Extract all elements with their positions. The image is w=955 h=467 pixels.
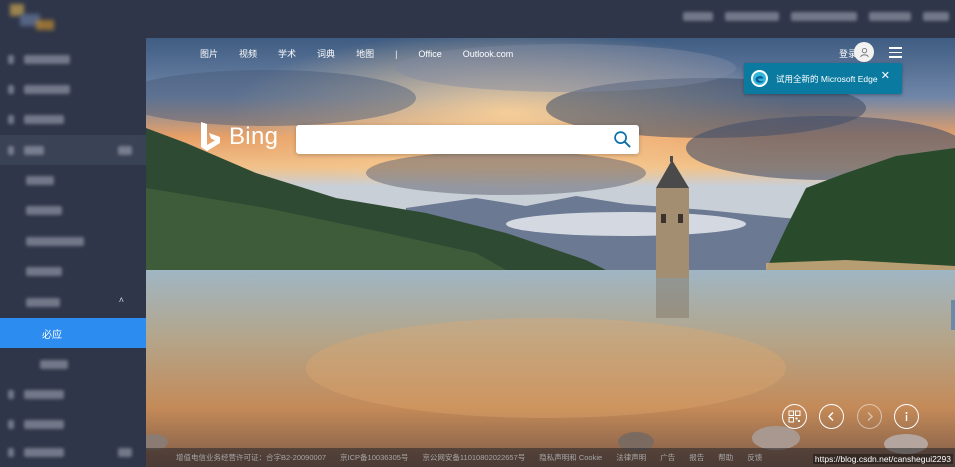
next-image-button[interactable] bbox=[857, 404, 882, 429]
close-icon[interactable]: ✕ bbox=[881, 71, 890, 82]
user-avatar[interactable] bbox=[854, 42, 874, 62]
user-icon bbox=[859, 47, 869, 57]
hamburger-menu-icon[interactable] bbox=[889, 47, 902, 58]
app-logo bbox=[10, 4, 56, 32]
edge-promo-banner[interactable]: 试用全新的 Microsoft Edge ✕ bbox=[744, 63, 902, 94]
footer-help[interactable]: 帮助 bbox=[718, 452, 733, 463]
nav-separator: | bbox=[395, 48, 398, 59]
chevron-right-icon bbox=[867, 412, 873, 421]
side-tab-handle[interactable] bbox=[951, 300, 955, 330]
sidebar-item[interactable] bbox=[0, 379, 146, 409]
sidebar-item[interactable] bbox=[0, 104, 146, 134]
qr-code-icon bbox=[788, 410, 801, 423]
footer-icp[interactable]: 京ICP备10036305号 bbox=[340, 452, 408, 463]
csdn-watermark: https://blog.csdn.net/canshegui2293 bbox=[812, 454, 953, 464]
nav-academic[interactable]: 学术 bbox=[278, 47, 296, 60]
nav-outlook[interactable]: Outlook.com bbox=[463, 49, 514, 59]
nav-dictionary[interactable]: 词典 bbox=[317, 47, 335, 60]
nav-maps[interactable]: 地图 bbox=[356, 47, 374, 60]
sidebar-subitem[interactable] bbox=[0, 256, 146, 286]
bing-b-logo-icon bbox=[201, 122, 220, 151]
top-right-blurred-items bbox=[683, 12, 949, 21]
footer-legal[interactable]: 法律声明 bbox=[616, 452, 646, 463]
nav-images[interactable]: 图片 bbox=[200, 47, 218, 60]
sidebar-item-label: 必应 bbox=[42, 330, 62, 341]
top-bar bbox=[0, 0, 955, 38]
chevron-up-icon: ˄ bbox=[118, 295, 124, 305]
previous-image-button[interactable] bbox=[819, 404, 844, 429]
sidebar-item[interactable] bbox=[0, 409, 146, 439]
bing-top-nav: 图片 视频 学术 词典 地图 | Office Outlook.com bbox=[200, 47, 534, 60]
search-box bbox=[296, 125, 639, 154]
sidebar-group-expanded[interactable]: ˄ bbox=[0, 287, 146, 317]
image-info-button[interactable] bbox=[894, 404, 919, 429]
search-icon[interactable] bbox=[613, 130, 632, 149]
sidebar-item-bing[interactable]: 必应 bbox=[0, 318, 146, 348]
edge-logo-icon bbox=[751, 70, 768, 87]
footer-ads[interactable]: 广告 bbox=[660, 452, 675, 463]
bing-logo[interactable]: Bing bbox=[200, 121, 278, 153]
bing-homepage: 图片 视频 学术 词典 地图 | Office Outlook.com 登录 试… bbox=[146, 38, 955, 467]
qr-code-button[interactable] bbox=[782, 404, 807, 429]
sidebar-subitem[interactable] bbox=[0, 195, 146, 225]
footer-report[interactable]: 报告 bbox=[689, 452, 704, 463]
footer-privacy[interactable]: 隐私声明和 Cookie bbox=[539, 452, 602, 463]
footer-feedback[interactable]: 反馈 bbox=[747, 452, 762, 463]
sidebar-item-active[interactable] bbox=[0, 135, 146, 165]
edge-banner-text: 试用全新的 Microsoft Edge bbox=[776, 73, 878, 84]
nav-videos[interactable]: 视频 bbox=[239, 47, 257, 60]
nav-office[interactable]: Office bbox=[418, 49, 441, 59]
info-icon bbox=[905, 412, 908, 421]
sidebar-subitem[interactable] bbox=[0, 165, 146, 195]
sidebar-item[interactable] bbox=[0, 437, 146, 467]
sidebar-subitem[interactable] bbox=[0, 226, 146, 256]
bing-wordmark: Bing bbox=[229, 123, 279, 150]
chevron-left-icon bbox=[828, 412, 834, 421]
footer-public-security[interactable]: 京公网安备11010802022657号 bbox=[422, 452, 525, 463]
footer-license[interactable]: 增值电信业务经营许可证：合字B2-20090007 bbox=[176, 452, 326, 463]
search-input[interactable] bbox=[304, 130, 604, 149]
sidebar-item[interactable] bbox=[0, 44, 146, 74]
background-landscape-image bbox=[146, 38, 955, 467]
sidebar: ˄ 必应 bbox=[0, 38, 146, 467]
sidebar-subitem[interactable] bbox=[0, 349, 146, 379]
sidebar-item[interactable] bbox=[0, 74, 146, 104]
